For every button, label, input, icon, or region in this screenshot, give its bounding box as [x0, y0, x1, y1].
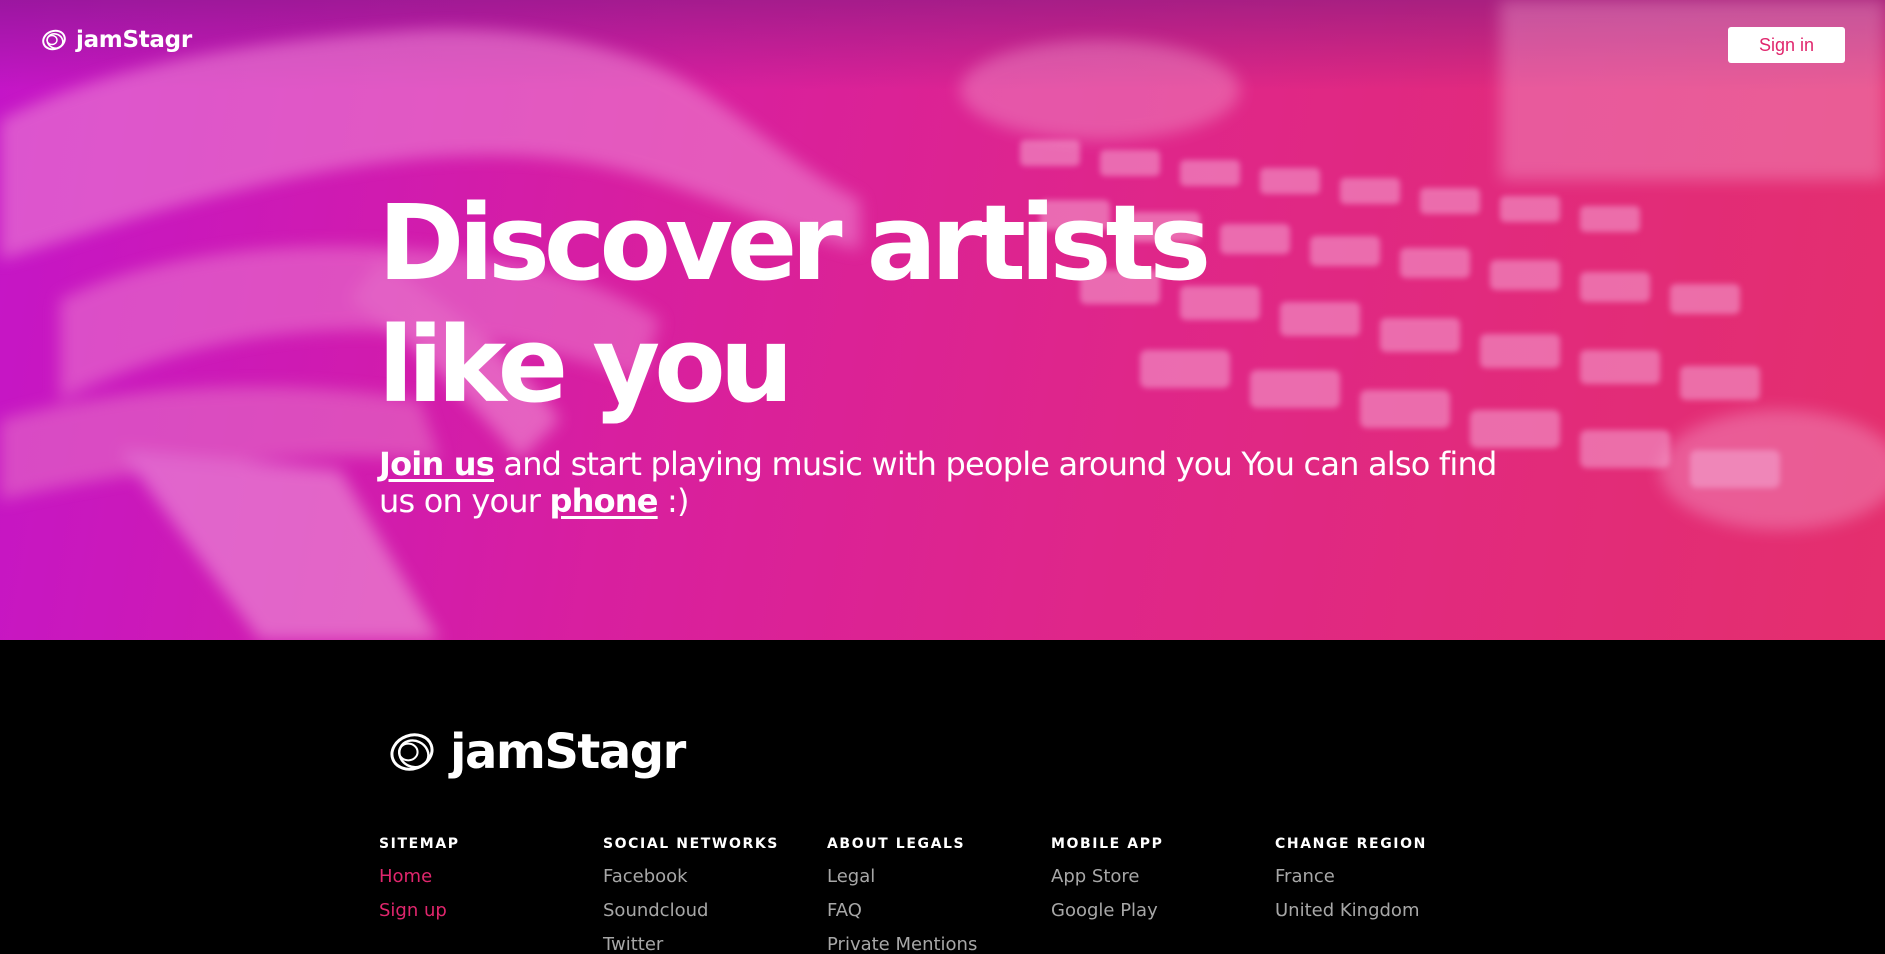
footer-link-legal[interactable]: Legal — [827, 866, 875, 887]
page: jamStagr Sign in Discover artists like y… — [0, 0, 1885, 954]
footer-logo[interactable]: jamStagr — [386, 724, 686, 780]
footer-link-faq[interactable]: FAQ — [827, 900, 862, 921]
footer-link-private-mentions[interactable]: Private Mentions — [827, 934, 977, 954]
header-logo[interactable]: jamStagr — [40, 26, 192, 54]
footer-heading-social-networks: SOCIAL NETWORKS — [603, 836, 779, 852]
footer-column-mobile-app: MOBILE APP App Store Google Play — [1051, 836, 1271, 932]
hero-subtitle-text-1: and start playing music with people arou… — [379, 445, 1497, 520]
hero-title-line-1: Discover artists — [378, 182, 1211, 304]
join-us-link[interactable]: Join us — [379, 445, 495, 483]
hero-section: jamStagr Sign in Discover artists like y… — [0, 0, 1885, 640]
footer-heading-about-legals: ABOUT LEGALS — [827, 836, 966, 852]
footer-link-sign-up[interactable]: Sign up — [379, 900, 447, 921]
footer-link-twitter[interactable]: Twitter — [603, 934, 663, 954]
brand-logo-icon — [386, 726, 438, 778]
footer-heading-mobile-app: MOBILE APP — [1051, 836, 1164, 852]
footer-heading-sitemap: SITEMAP — [379, 836, 460, 852]
hero-title-line-2: like you — [378, 304, 794, 426]
footer-link-google-play[interactable]: Google Play — [1051, 900, 1158, 921]
hero-title: Discover artists like you — [378, 182, 1211, 426]
sign-in-button[interactable]: Sign in — [1728, 27, 1845, 63]
footer-column-about-legals: ABOUT LEGALS Legal FAQ Private Mentions — [827, 836, 1047, 954]
footer-link-facebook[interactable]: Facebook — [603, 866, 688, 887]
footer-link-united-kingdom[interactable]: United Kingdom — [1275, 900, 1419, 921]
footer-link-soundcloud[interactable]: Soundcloud — [603, 900, 708, 921]
footer-heading-change-region: CHANGE REGION — [1275, 836, 1427, 852]
footer-link-home[interactable]: Home — [379, 866, 432, 887]
phone-link[interactable]: phone — [549, 482, 658, 520]
footer: jamStagr SITEMAP Home Sign up SOCIAL NET… — [0, 640, 1885, 954]
footer-link-app-store[interactable]: App Store — [1051, 866, 1139, 887]
footer-column-social-networks: SOCIAL NETWORKS Facebook Soundcloud Twit… — [603, 836, 823, 954]
hero-subtitle-text-2: :) — [657, 482, 689, 520]
footer-column-change-region: CHANGE REGION France United Kingdom — [1275, 836, 1495, 932]
brand-name: jamStagr — [76, 27, 192, 53]
brand-logo-icon — [40, 26, 68, 54]
footer-brand-name: jamStagr — [450, 724, 686, 780]
hero-subtitle: Join us and start playing music with peo… — [379, 446, 1509, 520]
footer-link-france[interactable]: France — [1275, 866, 1335, 887]
footer-column-sitemap: SITEMAP Home Sign up — [379, 836, 599, 932]
